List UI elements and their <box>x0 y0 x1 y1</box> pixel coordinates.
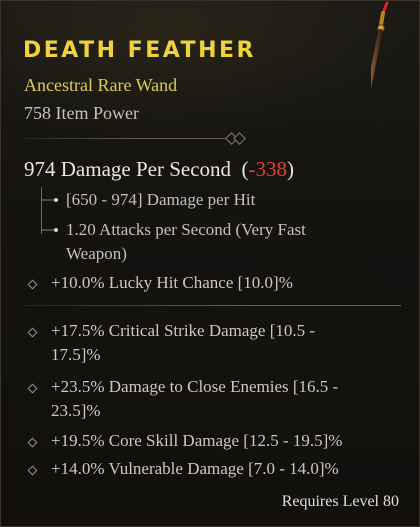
dps-paren-close: ) <box>287 157 295 181</box>
diamond-bullet-icon <box>27 383 38 394</box>
diamond-bullet-icon <box>27 327 38 338</box>
dps-delta: -338 <box>248 157 288 181</box>
branch-arrow-icon <box>41 228 58 232</box>
diamond-bullet-icon <box>27 465 38 476</box>
level-requirement: Requires Level 80 <box>281 493 399 510</box>
affix-line: +17.5% Critical Strike Damage [10.5 - <box>51 321 316 340</box>
affix-critical-strike: +17.5% Critical Strike Damage [10.5 - 17… <box>51 319 401 367</box>
affix-core-skill: +19.5% Core Skill Damage [12.5 - 19.5]% <box>51 431 343 450</box>
dps-value: 974 Damage Per Second <box>24 157 232 181</box>
implicit-divider <box>23 305 401 306</box>
item-power: 758 Item Power <box>24 103 139 123</box>
item-tooltip: Death Feather Ancestral Rare Wand 758 It… <box>0 0 420 527</box>
damage-per-second: 974 Damage Per Second (-338) <box>24 157 294 182</box>
diamond-divider-icon <box>233 132 246 145</box>
header-divider <box>23 138 231 139</box>
affix-line: +23.5% Damage to Close Enemies [16.5 - <box>51 377 339 396</box>
dps-paren-open: ( <box>236 157 249 181</box>
diamond-bullet-icon <box>27 437 38 448</box>
item-type: Ancestral Rare Wand <box>24 75 178 95</box>
affix-vulnerable: +14.0% Vulnerable Damage [7.0 - 14.0]% <box>51 459 339 478</box>
attacks-per-second-cont: Weapon) <box>66 244 127 263</box>
diamond-bullet-icon <box>27 279 38 290</box>
implicit-affix: +10.0% Lucky Hit Chance [10.0]% <box>51 273 293 292</box>
affix-close-enemies: +23.5% Damage to Close Enemies [16.5 - 2… <box>51 375 401 423</box>
affix-line: 23.5]% <box>51 401 101 420</box>
wand-icon <box>371 1 389 89</box>
affix-line: 17.5]% <box>51 345 101 364</box>
attacks-per-second: 1.20 Attacks per Second (Very Fast <box>66 220 306 239</box>
item-name: Death Feather <box>23 38 256 63</box>
damage-per-hit: [650 - 974] Damage per Hit <box>66 190 256 209</box>
branch-arrow-icon <box>41 198 58 202</box>
